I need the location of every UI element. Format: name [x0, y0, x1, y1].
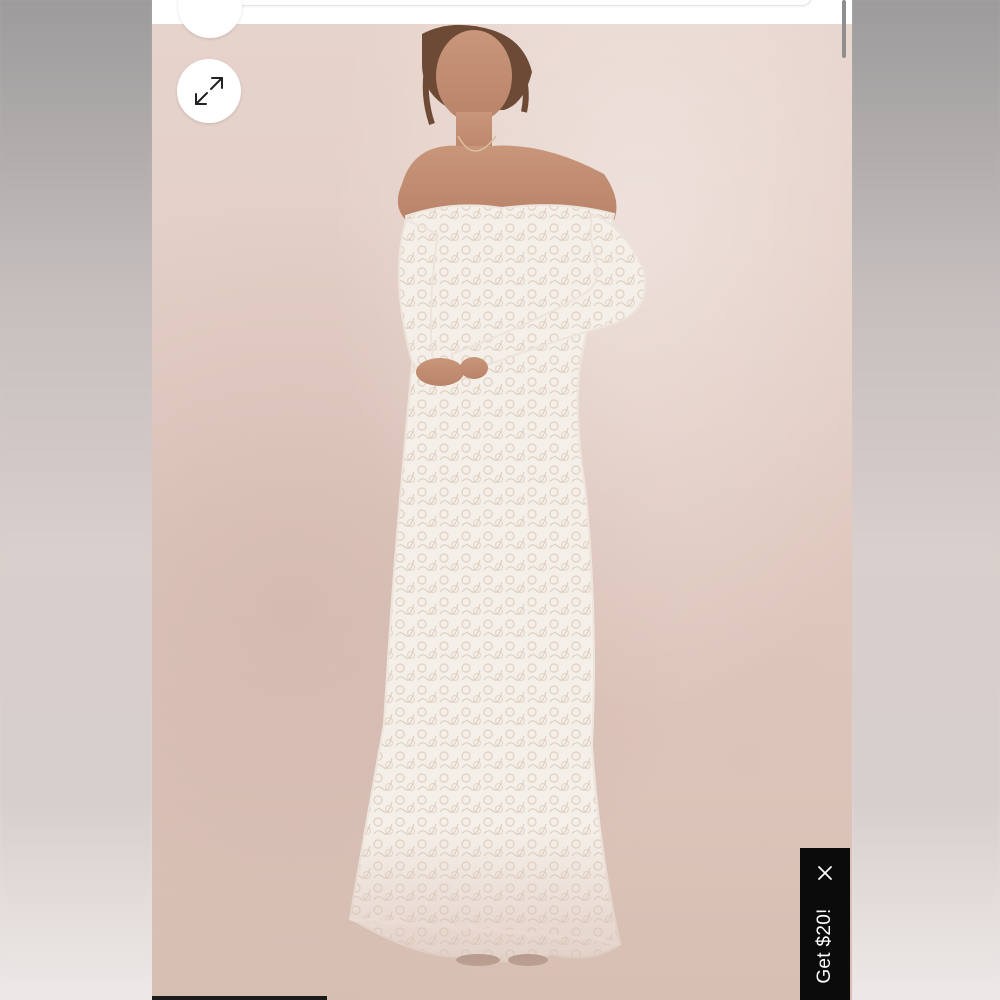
promo-label[interactable]: Get $20! [814, 908, 836, 983]
promo-tab[interactable]: Get $20! [800, 848, 850, 1000]
top-bar [152, 0, 852, 24]
product-page-screen: Get $20! [152, 0, 852, 1000]
close-icon [818, 866, 832, 880]
search-bar[interactable] [190, 0, 812, 6]
image-carousel-progress [152, 996, 327, 1000]
blurred-backdrop-right [852, 0, 1000, 1000]
promo-close-button[interactable] [813, 861, 837, 885]
expand-arrows-icon [195, 77, 223, 105]
blurred-backdrop-left [0, 0, 152, 1000]
product-photo[interactable] [152, 24, 852, 1000]
scrollbar-thumb[interactable] [842, 0, 846, 58]
studio-floor-shadow [152, 830, 852, 1000]
expand-image-button[interactable] [177, 59, 241, 123]
